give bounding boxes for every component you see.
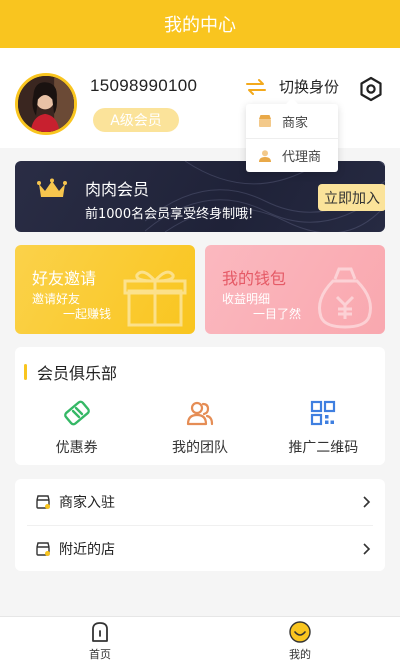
switch-identity-button[interactable]: 切换身份 <box>245 76 339 97</box>
vip-description: 前1000名会员享受终身制哦! <box>85 207 254 222</box>
chevron-right-icon <box>363 496 371 508</box>
join-now-button[interactable]: 立即加入 <box>318 184 385 211</box>
section-accent-bar <box>24 364 27 380</box>
store-nearby-icon <box>36 541 50 556</box>
phone-number: 15098990100 <box>90 76 198 95</box>
tab-mine[interactable]: 我的 <box>200 617 400 666</box>
role-dropdown: 商家 代理商 <box>246 98 338 172</box>
smile-icon <box>289 621 311 643</box>
list-item-label: 附近的店 <box>59 541 115 558</box>
tab-label: 首页 <box>89 648 111 661</box>
role-option-merchant[interactable]: 商家 <box>246 104 338 138</box>
member-level-badge: A级会员 <box>93 108 179 132</box>
money-bag-icon <box>318 267 372 329</box>
qrcode-icon <box>311 400 336 426</box>
avatar[interactable] <box>15 73 77 135</box>
club-item-label: 优惠券 <box>55 440 98 456</box>
bottom-tab-bar: 首页 我的 <box>0 616 400 666</box>
role-option-label: 代理商 <box>282 150 322 165</box>
invite-friends-card[interactable]: 好友邀请 邀请好友 一起赚钱 <box>15 245 195 334</box>
coupon-icon <box>63 400 90 426</box>
my-wallet-card[interactable]: 我的钱包 收益明细 一目了然 <box>205 245 385 334</box>
settings-icon[interactable] <box>358 76 384 102</box>
role-option-agent[interactable]: 代理商 <box>246 138 338 172</box>
promo-subtitle: 一起赚钱 <box>63 307 112 321</box>
crown-icon <box>37 178 67 197</box>
switch-identity-label: 切换身份 <box>279 78 340 96</box>
tab-home[interactable]: 首页 <box>0 617 200 666</box>
swap-arrows-icon <box>246 78 266 95</box>
promo-title: 我的钱包 <box>222 269 287 288</box>
list-item-merchant-settle[interactable]: 商家入驻 <box>15 479 385 525</box>
club-item-label: 推广二维码 <box>288 440 359 456</box>
promo-qrcode-button[interactable]: 推广二维码 <box>262 399 385 457</box>
list-item-label: 商家入驻 <box>59 495 115 511</box>
gift-icon <box>123 270 187 327</box>
member-club-section: 会员俱乐部 优惠券 我的团队 推广二维码 <box>15 347 385 465</box>
app-header: 我的中心 <box>0 0 400 48</box>
promo-title: 好友邀请 <box>32 269 97 288</box>
page-title: 我的中心 <box>164 15 236 36</box>
shop-icon <box>36 495 50 509</box>
section-title: 会员俱乐部 <box>37 364 118 383</box>
merchant-list: 商家入驻 附近的店 <box>15 479 385 571</box>
list-item-nearby-stores[interactable]: 附近的店 <box>27 525 373 571</box>
promo-subtitle: 一目了然 <box>253 307 302 321</box>
agent-icon <box>259 149 271 162</box>
role-option-label: 商家 <box>282 115 309 131</box>
my-team-button[interactable]: 我的团队 <box>138 399 261 457</box>
team-icon <box>186 401 214 426</box>
club-item-label: 我的团队 <box>171 440 228 456</box>
coupon-button[interactable]: 优惠券 <box>15 399 138 457</box>
chevron-right-icon <box>363 542 371 555</box>
merchant-icon <box>259 115 271 127</box>
vip-title: 肉肉会员 <box>85 180 150 199</box>
avatar-image <box>18 76 74 132</box>
tab-label: 我的 <box>289 648 311 661</box>
home-icon <box>92 622 108 642</box>
profile-section: 15098990100 A级会员 切换身份 <box>0 48 400 148</box>
